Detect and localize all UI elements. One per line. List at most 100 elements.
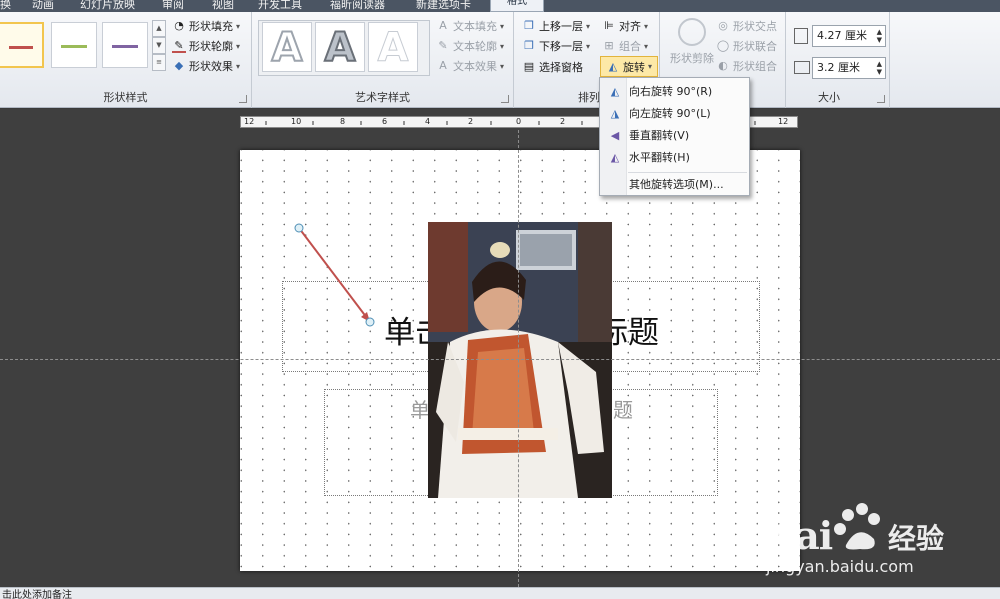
shape-intersect-button[interactable]: ◎ 形状交点 [716, 18, 777, 34]
shape-union-button[interactable]: ◯ 形状联合 [716, 38, 777, 54]
shape-style-swatch[interactable] [102, 22, 148, 68]
height-value: 4.27 厘米 [817, 29, 867, 42]
text-effects-button[interactable]: A 文本效果 ▾ [436, 58, 504, 74]
group-label: 形状样式 [103, 91, 148, 104]
dropdown-arrow-icon: ▾ [644, 21, 649, 31]
text-effects-label: 文本效果 [453, 60, 497, 73]
tab-review[interactable]: 审阅 [162, 0, 184, 12]
group-icon: ⊞ [604, 39, 614, 52]
gallery-more-icon[interactable]: ≡ [152, 54, 166, 71]
group-button[interactable]: ⊞ 组合 ▾ [602, 38, 648, 54]
height-icon [794, 28, 808, 44]
text-fill-icon: A [439, 19, 447, 32]
group-shape-styles: ▲ ▼ ≡ ◔ 形状填充 ▾ ✎ 形状轮廓 ▾ ◆ 形状效果 ▾ 形状样式 [0, 12, 252, 108]
wordart-style[interactable]: A [315, 22, 365, 72]
send-backward-icon: ❐ [524, 39, 534, 52]
ribbon: ▲ ▼ ≡ ◔ 形状填充 ▾ ✎ 形状轮廓 ▾ ◆ 形状效果 ▾ 形状样式 A A A… [0, 12, 1000, 108]
bring-forward-icon: ❐ [524, 19, 534, 32]
rotate-menu: ◭ 向右旋转 90°(R) ◮ 向左旋转 90°(L) ◀ 垂直翻转(V) ◭ … [599, 77, 750, 196]
effects-icon: ◆ [174, 59, 184, 72]
shape-style-swatch[interactable] [0, 22, 44, 68]
arrow-start-handle[interactable] [294, 223, 304, 233]
menu-item-rotate-right[interactable]: ◭ 向右旋转 90°(R) [601, 80, 748, 102]
arrow-end-handle[interactable] [365, 317, 375, 327]
chevron-down-icon[interactable]: ▼ [152, 37, 166, 54]
baidu-paw-icon [834, 503, 880, 550]
swatch-line [112, 45, 138, 48]
subtitle-text-right: 题 [613, 398, 633, 422]
align-button[interactable]: ⊫ 对齐 ▾ [602, 18, 648, 34]
spinner-arrows-icon[interactable]: ▲ ▼ [877, 60, 882, 76]
chevron-up-icon[interactable]: ▲ [152, 20, 166, 37]
group-label-text: 组合 [619, 40, 641, 53]
tab-slideshow[interactable]: 幻灯片放映 [80, 0, 135, 12]
tab-format[interactable]: 格式 [490, 0, 544, 12]
shape-union-icon: ◯ [716, 39, 730, 52]
menu-item-more-rotation[interactable]: 其他旋转选项(M)... [601, 173, 748, 195]
shape-combine-label: 形状组合 [733, 60, 777, 73]
baidu-watermark: Bai du 经验 jingyan.baidu.com [760, 495, 1000, 585]
selection-pane-icon: ▤ [523, 60, 535, 73]
bring-forward-button[interactable]: ❐ 上移一层 ▾ [522, 18, 590, 34]
group-size: 4.27 厘米 ▲ ▼ 3.2 厘米 ▲ ▼ 大小 [786, 12, 890, 108]
shape-subtract-button[interactable]: 形状剪除 [664, 18, 720, 66]
subtitle-text-left: 单 [410, 398, 430, 422]
shape-outline-button[interactable]: ✎ 形状轮廓 ▾ [172, 38, 240, 54]
width-icon [794, 61, 810, 74]
menu-item-flip-horizontal[interactable]: ◭ 水平翻转(H) [601, 146, 748, 168]
height-input[interactable]: 4.27 厘米 ▲ ▼ [812, 25, 886, 47]
dialog-launcher-icon[interactable] [239, 95, 247, 103]
tab-animations[interactable]: 动画 [32, 0, 54, 12]
dropdown-arrow-icon: ▾ [586, 41, 591, 51]
horizontal-guide[interactable] [0, 359, 1000, 360]
arrow-shape[interactable] [290, 220, 380, 330]
dropdown-arrow-icon: ▾ [648, 62, 653, 71]
dialog-launcher-icon[interactable] [501, 95, 509, 103]
shape-combine-button[interactable]: ◐ 形状组合 [716, 58, 777, 74]
dropdown-arrow-icon: ▾ [236, 21, 241, 31]
tab-new[interactable]: 新建选项卡 [416, 0, 471, 12]
inserted-photo[interactable] [428, 222, 612, 498]
shape-effects-button[interactable]: ◆ 形状效果 ▾ [172, 58, 240, 74]
menu-item-rotate-left[interactable]: ◮ 向左旋转 90°(L) [601, 102, 748, 124]
dropdown-arrow-icon: ▾ [500, 41, 505, 51]
send-backward-button[interactable]: ❐ 下移一层 ▾ [522, 38, 590, 54]
shape-style-swatch[interactable] [51, 22, 97, 68]
rotate-right-icon: ◭ [610, 84, 620, 98]
text-outline-button[interactable]: ✎ 文本轮廓 ▾ [436, 38, 504, 54]
dropdown-arrow-icon: ▾ [500, 61, 505, 71]
wordart-style[interactable]: A [368, 22, 418, 72]
shape-fill-button[interactable]: ◔ 形状填充 ▾ [172, 18, 240, 34]
group-wordart: A A A A 文本填充 ▾ ✎ 文本轮廓 ▾ A 文本效果 ▾ 艺术字样式 [252, 12, 514, 108]
notes-pane[interactable]: 击此处添加备注 [0, 587, 1000, 599]
menu-item-label: 其他旋转选项(M)... [629, 178, 724, 191]
dropdown-arrow-icon: ▾ [236, 41, 241, 51]
menu-item-label: 水平翻转(H) [629, 151, 690, 164]
pencil-icon: ✎ [172, 39, 186, 53]
bring-forward-label: 上移一层 [539, 20, 583, 33]
watermark-brand: Bai [764, 513, 833, 558]
text-outline-label: 文本轮廓 [453, 40, 497, 53]
shape-subtract-icon [678, 18, 706, 46]
selection-pane-button[interactable]: ▤ 选择窗格 [522, 59, 583, 75]
rotate-label: 旋转 [623, 60, 645, 74]
flip-vertical-icon: ◀ [610, 128, 620, 142]
text-outline-icon: ✎ [438, 39, 448, 52]
dropdown-arrow-icon: ▾ [236, 61, 241, 71]
tab-transitions[interactable]: 换 [0, 0, 11, 12]
tab-foxit[interactable]: 福昕阅读器 [330, 0, 385, 12]
shape-intersect-icon: ◎ [718, 19, 728, 32]
menu-item-label: 垂直翻转(V) [629, 129, 690, 142]
spinner-arrows-icon[interactable]: ▲ ▼ [877, 28, 882, 44]
wordart-style[interactable]: A [262, 22, 312, 72]
dialog-launcher-icon[interactable] [877, 95, 885, 103]
width-input[interactable]: 3.2 厘米 ▲ ▼ [812, 57, 886, 79]
text-fill-button[interactable]: A 文本填充 ▾ [436, 18, 504, 34]
rotate-button[interactable]: ◭ 旋转 ▾ [600, 56, 659, 77]
menu-item-flip-vertical[interactable]: ◀ 垂直翻转(V) [601, 124, 748, 146]
menu-item-label: 向左旋转 90°(L) [629, 107, 711, 120]
tab-view[interactable]: 视图 [212, 0, 234, 12]
tab-developer[interactable]: 开发工具 [258, 0, 302, 12]
gallery-scroll[interactable]: ▲ ▼ ≡ [152, 20, 166, 72]
paint-bucket-icon: ◔ [174, 19, 184, 32]
